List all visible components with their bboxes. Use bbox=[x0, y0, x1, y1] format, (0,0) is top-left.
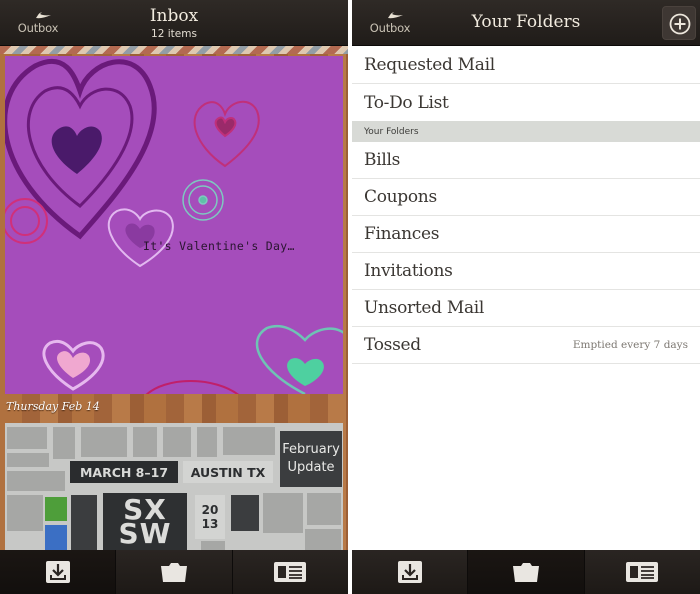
arrow-tile-icon bbox=[231, 495, 259, 531]
tab-folders[interactable] bbox=[468, 550, 585, 594]
mail-item-valentine[interactable]: It's Valentine's Day… bbox=[5, 56, 343, 394]
tab-inbox[interactable] bbox=[352, 550, 469, 594]
tab-reader[interactable] bbox=[585, 550, 700, 594]
can-tile-icon bbox=[197, 427, 217, 457]
folder-unsorted-mail[interactable]: Unsorted Mail bbox=[352, 290, 700, 327]
folder-coupons[interactable]: Coupons bbox=[352, 179, 700, 216]
pink-wheel-icon bbox=[5, 198, 48, 244]
mail-date: Thursday Feb 14 bbox=[6, 400, 100, 413]
year-line-2: 13 bbox=[201, 517, 219, 531]
key-tile-icon bbox=[7, 471, 65, 491]
hat-tile-icon bbox=[305, 529, 341, 551]
folder-name: Requested Mail bbox=[364, 55, 495, 75]
folder-list: Requested Mail To-Do List Your Folders B… bbox=[352, 47, 700, 364]
event-place: AUSTIN TX bbox=[183, 461, 273, 483]
page-title: Your Folders bbox=[471, 12, 581, 32]
news-reader-icon bbox=[274, 562, 307, 582]
folder-name: To-Do List bbox=[364, 92, 449, 113]
folder-name: Unsorted Mail bbox=[364, 298, 485, 318]
page-title: Inbox bbox=[149, 6, 199, 26]
update-line-2: Update bbox=[287, 460, 335, 475]
glitter-heart-icon bbox=[51, 126, 102, 174]
folders-screen: Outbox Your Folders Requested Mail To-Do… bbox=[352, 0, 700, 594]
lilac-heart-icon bbox=[107, 208, 174, 268]
maracas-tile-icon bbox=[7, 427, 47, 449]
teal-heart-icon bbox=[255, 324, 343, 394]
folders-top-bar: Outbox Your Folders bbox=[352, 0, 700, 46]
inbox-download-icon bbox=[397, 561, 422, 583]
cassette-tile-icon bbox=[81, 427, 127, 457]
camera-tile-icon bbox=[45, 525, 67, 551]
plus-circle-icon bbox=[669, 13, 691, 35]
folder-name: Invitations bbox=[364, 261, 453, 281]
inbox-download-icon bbox=[45, 561, 70, 583]
globe-tile-icon bbox=[263, 493, 303, 533]
valentine-hearts-illustration bbox=[5, 58, 343, 394]
sxsw-vertical-tile bbox=[71, 495, 97, 551]
tab-folders[interactable] bbox=[116, 550, 233, 594]
mail-item-sxsw[interactable]: MARCH 8–17 AUSTIN TX February Update SX … bbox=[5, 423, 343, 551]
update-line-1: February bbox=[282, 442, 340, 457]
folder-requested-mail[interactable]: Requested Mail bbox=[352, 47, 700, 84]
event-dates: MARCH 8–17 bbox=[70, 461, 178, 483]
inbox-screen: Outbox Inbox 12 items It's Valentine's D… bbox=[0, 0, 348, 594]
folder-tossed[interactable]: Tossed Emptied every 7 days bbox=[352, 327, 700, 364]
popsicle-tile-icon bbox=[53, 427, 75, 459]
airmail-stripe bbox=[0, 46, 348, 54]
magenta-heart-icon bbox=[193, 100, 260, 168]
folder-finances[interactable]: Finances bbox=[352, 216, 700, 253]
boot-tile-icon bbox=[163, 427, 191, 457]
inbox-top-bar: Outbox Inbox 12 items bbox=[0, 0, 348, 46]
director-chair-tile-icon bbox=[7, 495, 43, 531]
glasses-tile-icon bbox=[7, 453, 49, 467]
folder-name: Finances bbox=[364, 224, 440, 244]
year-line-1: 20 bbox=[201, 503, 219, 517]
folder-name: Coupons bbox=[364, 187, 437, 207]
section-header: Your Folders bbox=[352, 121, 700, 142]
green-music-tile-icon bbox=[45, 497, 67, 521]
folder-name: Bills bbox=[364, 150, 401, 170]
bottom-nav-left bbox=[0, 550, 348, 594]
lamp-tile-icon bbox=[307, 493, 341, 525]
update-badge: February Update bbox=[280, 431, 342, 487]
news-reader-icon bbox=[626, 562, 659, 582]
folder-invitations[interactable]: Invitations bbox=[352, 253, 700, 290]
tab-reader[interactable] bbox=[233, 550, 348, 594]
sxsw-logo: SX SW bbox=[103, 493, 187, 551]
folder-name: Tossed bbox=[364, 335, 421, 355]
logo-line-2: SW bbox=[118, 517, 172, 550]
pink-heart-icon bbox=[42, 339, 105, 391]
folder-note: Emptied every 7 days bbox=[572, 339, 688, 351]
folder-to-do-list[interactable]: To-Do List bbox=[352, 84, 700, 121]
card-text: It's Valentine's Day… bbox=[143, 239, 295, 253]
folder-bills[interactable]: Bills bbox=[352, 142, 700, 179]
red-arc-icon bbox=[145, 380, 239, 394]
add-folder-button[interactable] bbox=[662, 6, 696, 40]
megaphone-tile-icon bbox=[223, 427, 275, 455]
folder-icon bbox=[160, 563, 187, 582]
event-year: 20 13 bbox=[195, 495, 225, 539]
item-count: 12 items bbox=[151, 28, 197, 40]
teal-wheel-icon bbox=[182, 179, 224, 221]
tab-inbox[interactable] bbox=[0, 550, 117, 594]
folder-icon bbox=[512, 563, 539, 582]
music-note-tile-icon bbox=[133, 427, 157, 457]
bottom-nav-right bbox=[352, 550, 700, 594]
